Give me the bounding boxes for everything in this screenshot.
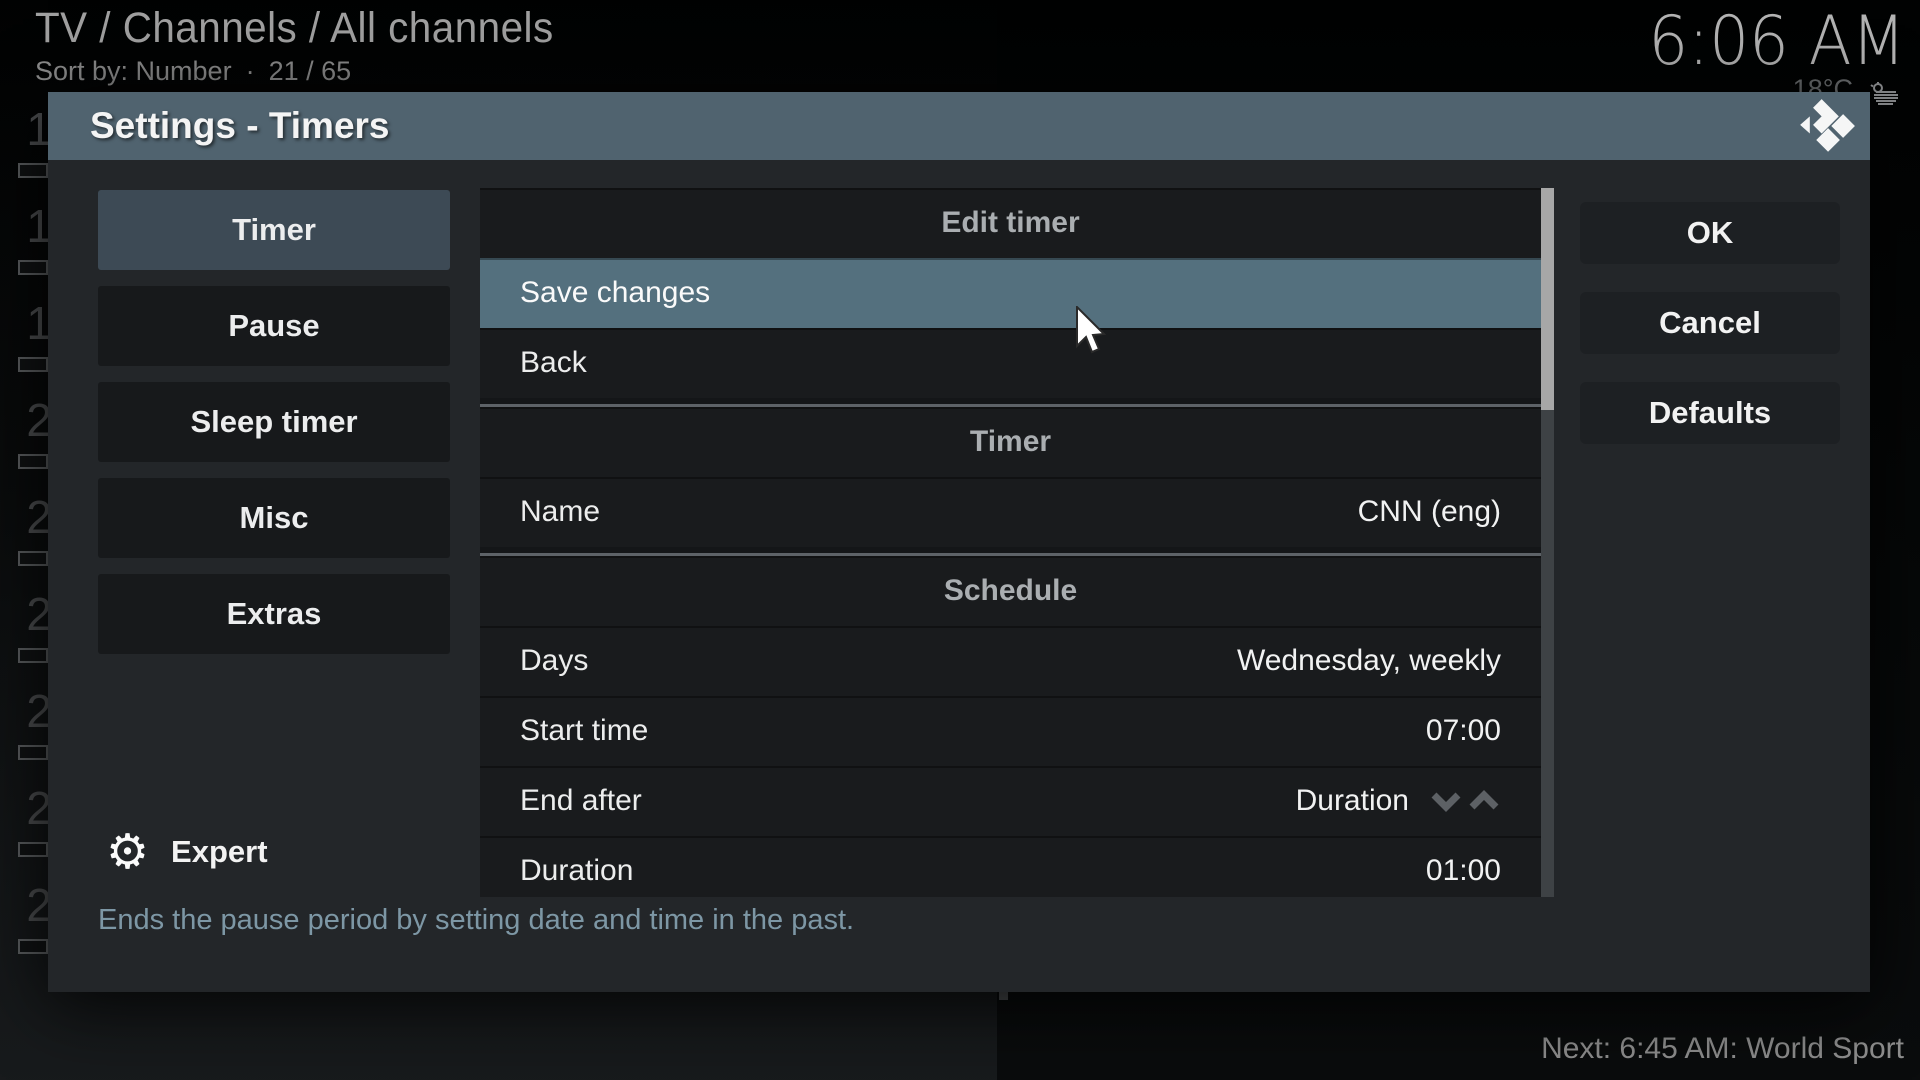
dialog-title: Settings - Timers [90, 92, 390, 160]
ok-button[interactable]: OK [1580, 202, 1840, 264]
item-counter: 21 / 65 [269, 56, 352, 86]
screen: TV / Channels / All channels Sort by: Nu… [0, 0, 1920, 1080]
sort-by-label: Sort by: Number [35, 56, 232, 86]
section-separator [480, 398, 1541, 407]
dialog-header: Settings - Timers [48, 92, 1870, 160]
settings-list: Edit timer Save changes Back Timer Name … [480, 188, 1541, 897]
defaults-button[interactable]: Defaults [1580, 382, 1840, 444]
progress-bar [18, 551, 48, 566]
sidebar-item-timer[interactable]: Timer [98, 190, 450, 270]
scrollbar-track[interactable] [1541, 188, 1554, 897]
section-separator [480, 547, 1541, 556]
progress-bar [18, 357, 48, 372]
chevron-down-icon[interactable] [1429, 790, 1463, 812]
chevron-up-icon[interactable] [1467, 790, 1501, 812]
group-header-edit-timer: Edit timer [480, 188, 1541, 258]
scrollbar-thumb[interactable] [1541, 188, 1554, 410]
list-item-duration[interactable]: Duration 01:00 [480, 836, 1541, 897]
sidebar-item-misc[interactable]: Misc [98, 478, 450, 558]
list-item-back[interactable]: Back [480, 328, 1541, 398]
spinner-control [1429, 790, 1501, 812]
progress-bar [18, 842, 48, 857]
list-item-end-after[interactable]: End after Duration [480, 766, 1541, 836]
setting-value: Duration [1296, 784, 1409, 818]
sidebar-item-pause[interactable]: Pause [98, 286, 450, 366]
progress-bar [18, 260, 48, 275]
cancel-button[interactable]: Cancel [1580, 292, 1840, 354]
next-program-label: Next: 6:45 AM: World Sport [1541, 1032, 1904, 1066]
progress-bar [18, 454, 48, 469]
setting-value: CNN (eng) [1358, 495, 1501, 529]
group-header-timer: Timer [480, 407, 1541, 477]
weather-icon [1869, 82, 1899, 111]
breadcrumb: TV / Channels / All channels [35, 4, 554, 53]
kodi-logo-icon [1798, 99, 1856, 158]
list-item-days[interactable]: Days Wednesday, weekly [480, 626, 1541, 696]
clock: 6:06 AM [1649, 2, 1906, 81]
setting-description: Ends the pause period by setting date an… [98, 904, 854, 937]
setting-value: Wednesday, weekly [1237, 644, 1501, 678]
sort-status-line: Sort by: Number · 21 / 65 [35, 56, 351, 87]
setting-value: 07:00 [1426, 714, 1501, 748]
progress-bar [18, 745, 48, 760]
list-item-start-time[interactable]: Start time 07:00 [480, 696, 1541, 766]
list-item-name[interactable]: Name CNN (eng) [480, 477, 1541, 547]
progress-bar [18, 648, 48, 663]
list-item-save-changes[interactable]: Save changes [480, 258, 1541, 328]
settings-level-label: Expert [171, 834, 267, 870]
settings-level-toggle[interactable]: ⚙ Expert [106, 822, 268, 882]
gear-icon: ⚙ [106, 826, 149, 878]
setting-value: 01:00 [1426, 854, 1501, 888]
sidebar-item-extras[interactable]: Extras [98, 574, 450, 654]
group-header-schedule: Schedule [480, 556, 1541, 626]
mouse-cursor [1074, 306, 1112, 361]
sidebar-item-sleep-timer[interactable]: Sleep timer [98, 382, 450, 462]
progress-bar [18, 939, 48, 954]
separator-dot: · [246, 56, 255, 86]
settings-timers-dialog: Settings - Timers Timer Pause Sleep time… [48, 92, 1870, 992]
progress-bar [18, 163, 48, 178]
